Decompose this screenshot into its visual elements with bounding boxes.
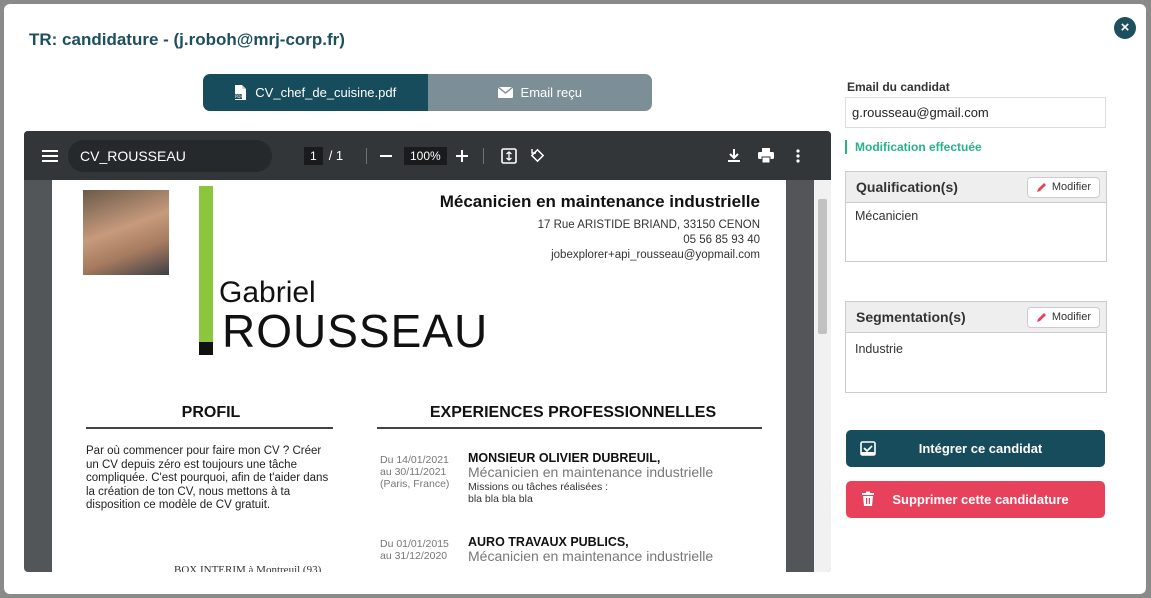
decorative-black-square	[199, 342, 213, 355]
cv-job-title: Mécanicien en maintenance industrielle	[439, 192, 760, 211]
cv-email: jobexplorer+api_rousseau@yopmail.com	[551, 249, 760, 261]
exp-role: Mécanicien en maintenance industrielle	[468, 464, 714, 480]
page-total: / 1	[328, 148, 344, 163]
segmentation-panel: Segmentation(s) Modifier Industrie	[845, 301, 1107, 393]
email-label: Email du candidat	[847, 80, 950, 94]
cv-phone: 05 56 85 93 40	[683, 234, 760, 246]
delete-application-label: Supprimer cette candidature	[892, 492, 1069, 507]
pencil-icon	[1036, 312, 1046, 322]
page-navigation: 1 / 1	[304, 131, 343, 180]
close-icon[interactable]: ×	[1114, 17, 1136, 39]
candidate-photo	[83, 190, 169, 275]
cv-profil-text: Par où commencer pour faire mon CV ? Cré…	[86, 445, 329, 511]
rotate-icon[interactable]	[529, 131, 546, 180]
pdf-viewer: CV_ROUSSEAU 1 / 1 100% Gabriel ROUSSEAU …	[24, 131, 831, 572]
experience-item: Du 01/01/2015 au 31/12/2020 AURO TRAVAUX…	[380, 535, 780, 572]
pdf-page: Gabriel ROUSSEAU Mécanicien en maintenan…	[52, 180, 786, 572]
calendar-check-icon	[860, 441, 876, 456]
cv-contact: 17 Rue ARISTIDE BRIAND, 33150 CENON 05 5…	[538, 218, 760, 263]
integrate-candidate-button[interactable]: Intégrer ce candidat	[846, 430, 1105, 467]
email-field[interactable]: g.rousseau@gmail.com	[845, 97, 1106, 128]
segmentation-value: Industrie	[855, 342, 903, 356]
tab-email-recu-label: Email reçu	[520, 85, 582, 100]
pdf-file-icon: PDF	[234, 85, 247, 100]
zoom-out-icon[interactable]	[380, 131, 392, 180]
integrate-candidate-label: Intégrer ce candidat	[918, 441, 1043, 456]
envelope-icon	[497, 87, 513, 98]
modify-segmentation-button[interactable]: Modifier	[1026, 306, 1100, 328]
exp-missions-label: Missions ou tâches réalisées :	[468, 481, 609, 493]
experience-item: Du 14/01/2021 au 30/11/2021 (Paris, Fran…	[380, 451, 780, 511]
svg-text:PDF: PDF	[235, 94, 243, 99]
qualification-panel: Qualification(s) Modifier Mécanicien	[845, 171, 1107, 262]
exp-date-from: Du 01/01/2015	[380, 538, 449, 550]
exp-company: MONSIEUR OLIVIER DUBREUIL,	[468, 451, 661, 465]
cv-cut-text: BOX INTERIM à Montreuil (93)	[174, 564, 322, 572]
page-number-input[interactable]: 1	[304, 146, 323, 165]
zoom-level[interactable]: 100%	[404, 146, 447, 165]
trash-icon	[862, 491, 874, 506]
menu-icon[interactable]	[42, 131, 58, 180]
document-title: CV_ROUSSEAU	[68, 140, 272, 172]
exp-role: Mécanicien en maintenance industrielle	[468, 548, 714, 564]
toolbar-divider	[483, 147, 484, 164]
fit-page-icon[interactable]	[501, 131, 517, 180]
exp-date-to: au 30/11/2021	[380, 466, 447, 478]
exp-date-to: au 31/12/2020	[380, 550, 448, 562]
modify-qualification-button[interactable]: Modifier	[1026, 176, 1100, 198]
decorative-green-bar	[199, 186, 213, 354]
exp-company: AURO TRAVAUX PUBLICS,	[468, 535, 629, 549]
segmentation-title: Segmentation(s)	[856, 309, 966, 325]
modification-status: Modification effectuée	[845, 140, 982, 154]
cv-last-name: ROUSSEAU	[222, 305, 489, 357]
exp-location: (Paris, France)	[380, 478, 450, 490]
cv-experiences-heading: EXPERIENCES PROFESSIONNELLES	[429, 404, 717, 421]
more-options-icon[interactable]	[796, 131, 800, 180]
profil-divider	[86, 427, 333, 429]
experiences-divider	[377, 427, 762, 429]
qualification-value: Mécanicien	[855, 209, 919, 223]
exp-missions: bla bla bla bla	[468, 493, 533, 505]
zoom-in-icon[interactable]	[456, 131, 468, 180]
tab-cv-pdf-label: CV_chef_de_cuisine.pdf	[255, 85, 397, 100]
cv-profil-heading: PROFIL	[181, 404, 241, 421]
modify-qualification-label: Modifier	[1051, 181, 1091, 193]
pdf-scrollbar-thumb[interactable]	[818, 199, 827, 334]
document-tabs: PDF CV_chef_de_cuisine.pdf Email reçu	[203, 74, 652, 111]
modify-segmentation-label: Modifier	[1051, 311, 1091, 323]
print-icon[interactable]	[758, 131, 774, 180]
qualification-title: Qualification(s)	[856, 179, 958, 195]
delete-application-button[interactable]: Supprimer cette candidature	[846, 481, 1105, 518]
pencil-icon	[1036, 182, 1046, 192]
download-icon[interactable]	[727, 131, 741, 180]
cv-address: 17 Rue ARISTIDE BRIAND, 33150 CENON	[537, 219, 760, 231]
tab-email-recu[interactable]: Email reçu	[427, 74, 652, 111]
pdf-toolbar: CV_ROUSSEAU 1 / 1 100%	[24, 131, 831, 180]
modal-title: TR: candidature - (j.roboh@mrj-corp.fr)	[29, 30, 345, 49]
exp-date-from: Du 14/01/2021	[380, 454, 449, 466]
tab-cv-pdf[interactable]: PDF CV_chef_de_cuisine.pdf	[203, 74, 428, 111]
toolbar-divider	[366, 147, 367, 164]
